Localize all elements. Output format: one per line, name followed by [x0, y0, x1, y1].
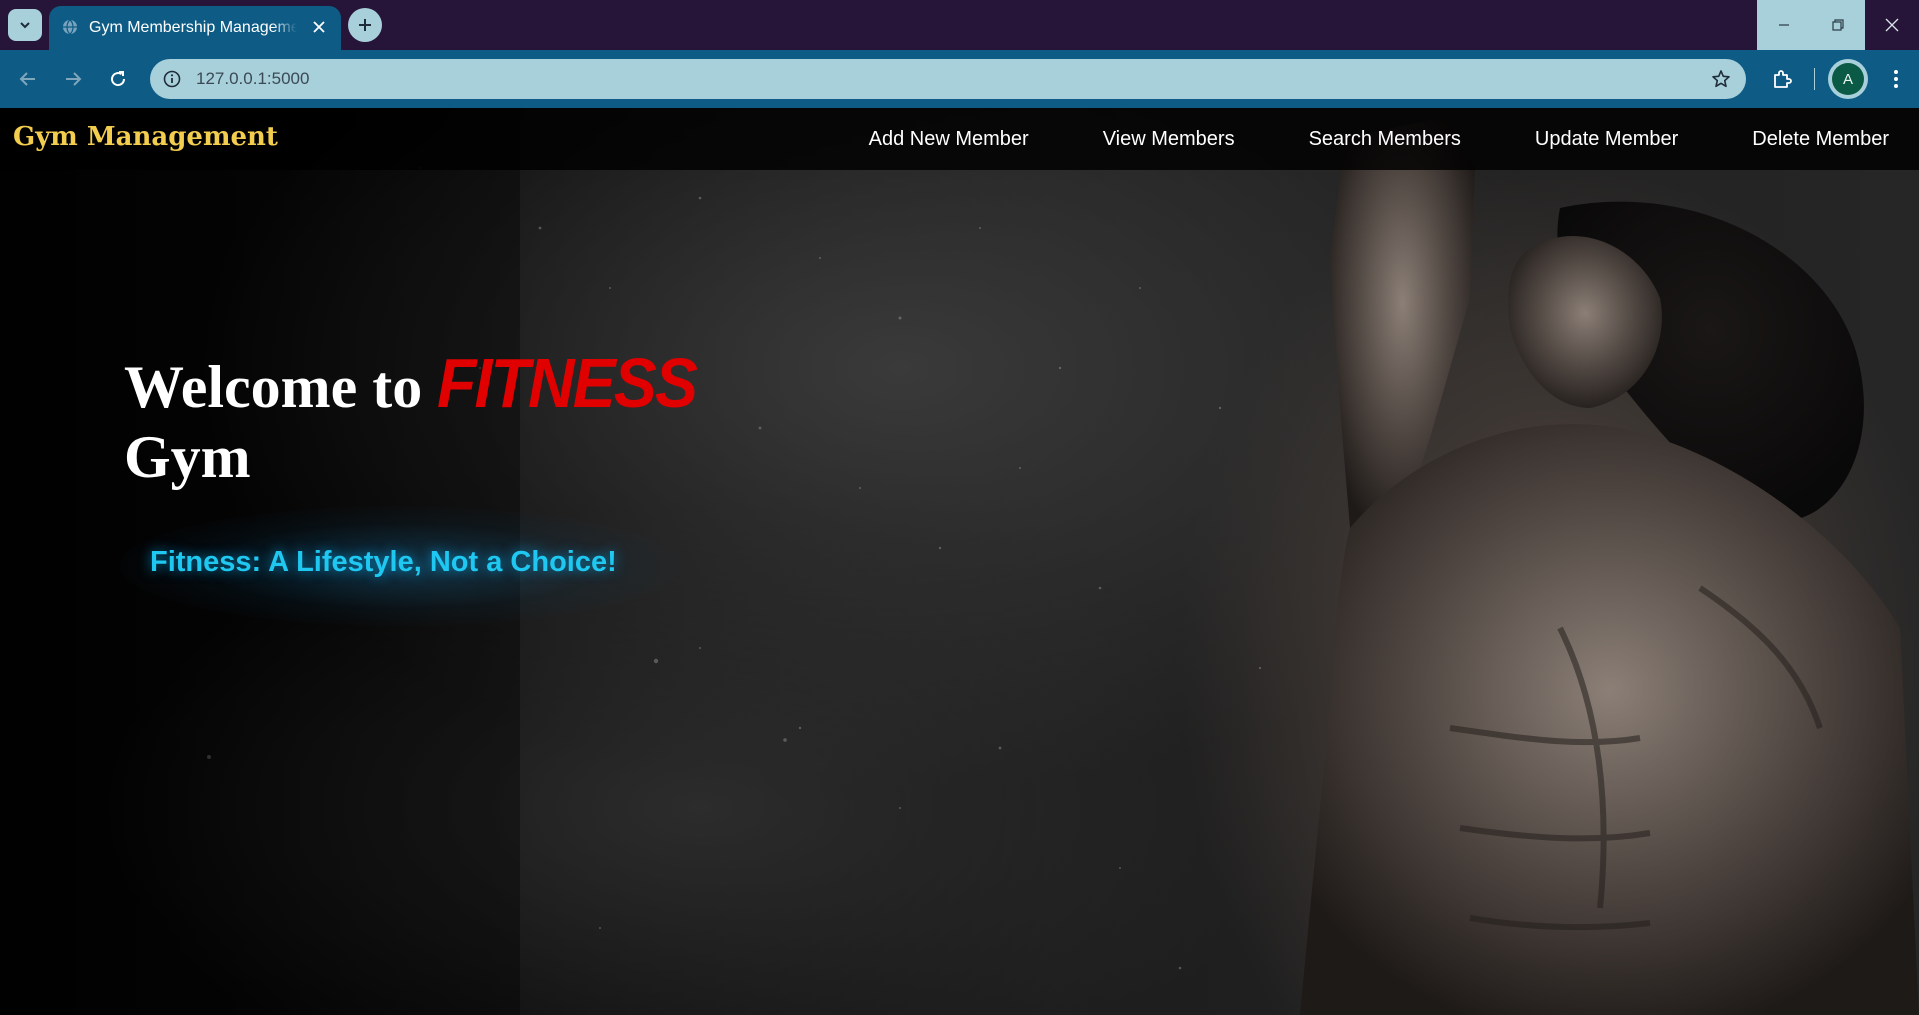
nav-link-delete-member[interactable]: Delete Member [1708, 108, 1919, 170]
url-text: 127.0.0.1:5000 [196, 69, 310, 88]
minimize-button[interactable] [1757, 0, 1811, 50]
hero-tagline: Fitness: A Lifestyle, Not a Choice! [150, 546, 617, 578]
minimize-icon [1779, 24, 1789, 26]
restore-button[interactable] [1811, 0, 1865, 50]
hero-title-brand: FITNESS [437, 344, 698, 422]
close-window-button[interactable] [1865, 0, 1919, 50]
puzzle-icon [1774, 70, 1792, 88]
close-icon [313, 21, 325, 33]
profile-button[interactable]: A [1828, 59, 1868, 99]
nav-link-search-members[interactable]: Search Members [1265, 108, 1491, 170]
nav-links: Add New Member View Members Search Membe… [825, 108, 1919, 170]
star-icon [1712, 70, 1730, 88]
info-icon [163, 70, 181, 88]
tab-search-button[interactable] [8, 9, 42, 41]
forward-button[interactable] [57, 63, 89, 95]
site-navbar: Gym Management Add New Member View Membe… [0, 108, 1919, 170]
hero-title-prefix: Welcome to [124, 354, 423, 420]
toolbar-separator [1814, 68, 1815, 90]
globe-icon [63, 19, 77, 35]
browser-menu-button[interactable] [1880, 63, 1912, 95]
close-icon [1885, 18, 1899, 32]
restore-icon [1832, 19, 1844, 31]
browser-tab[interactable]: Gym Membership Management [49, 6, 341, 50]
bookmark-button[interactable] [1710, 68, 1732, 90]
reload-icon [111, 71, 126, 87]
nav-link-update-member[interactable]: Update Member [1491, 108, 1708, 170]
hero-title: Welcome to FITNESS Gym [124, 348, 844, 492]
site-info-button[interactable] [158, 65, 186, 93]
web-page: Gym Management Add New Member View Membe… [0, 108, 1919, 1015]
window-controls [1757, 0, 1919, 50]
browser-toolbar: 127.0.0.1:5000 A [0, 50, 1919, 108]
browser-tabstrip: Gym Membership Management [0, 0, 1919, 50]
hero-title-suffix: Gym [124, 424, 251, 490]
tab-title: Gym Membership Management [89, 19, 297, 36]
address-bar[interactable]: 127.0.0.1:5000 [150, 59, 1746, 99]
extensions-button[interactable] [1766, 63, 1798, 95]
arrow-left-icon [19, 72, 35, 86]
back-button[interactable] [12, 63, 44, 95]
new-tab-button[interactable] [348, 8, 382, 42]
avatar: A [1832, 63, 1864, 95]
site-brand[interactable]: Gym Management [13, 122, 278, 152]
nav-link-view-members[interactable]: View Members [1059, 108, 1265, 170]
plus-icon [359, 19, 371, 31]
nav-link-add-member[interactable]: Add New Member [825, 108, 1059, 170]
kebab-menu-icon [1894, 70, 1898, 88]
reload-button[interactable] [102, 63, 134, 95]
tab-close-button[interactable] [307, 15, 331, 39]
arrow-right-icon [66, 72, 82, 86]
chevron-down-icon [20, 22, 30, 29]
